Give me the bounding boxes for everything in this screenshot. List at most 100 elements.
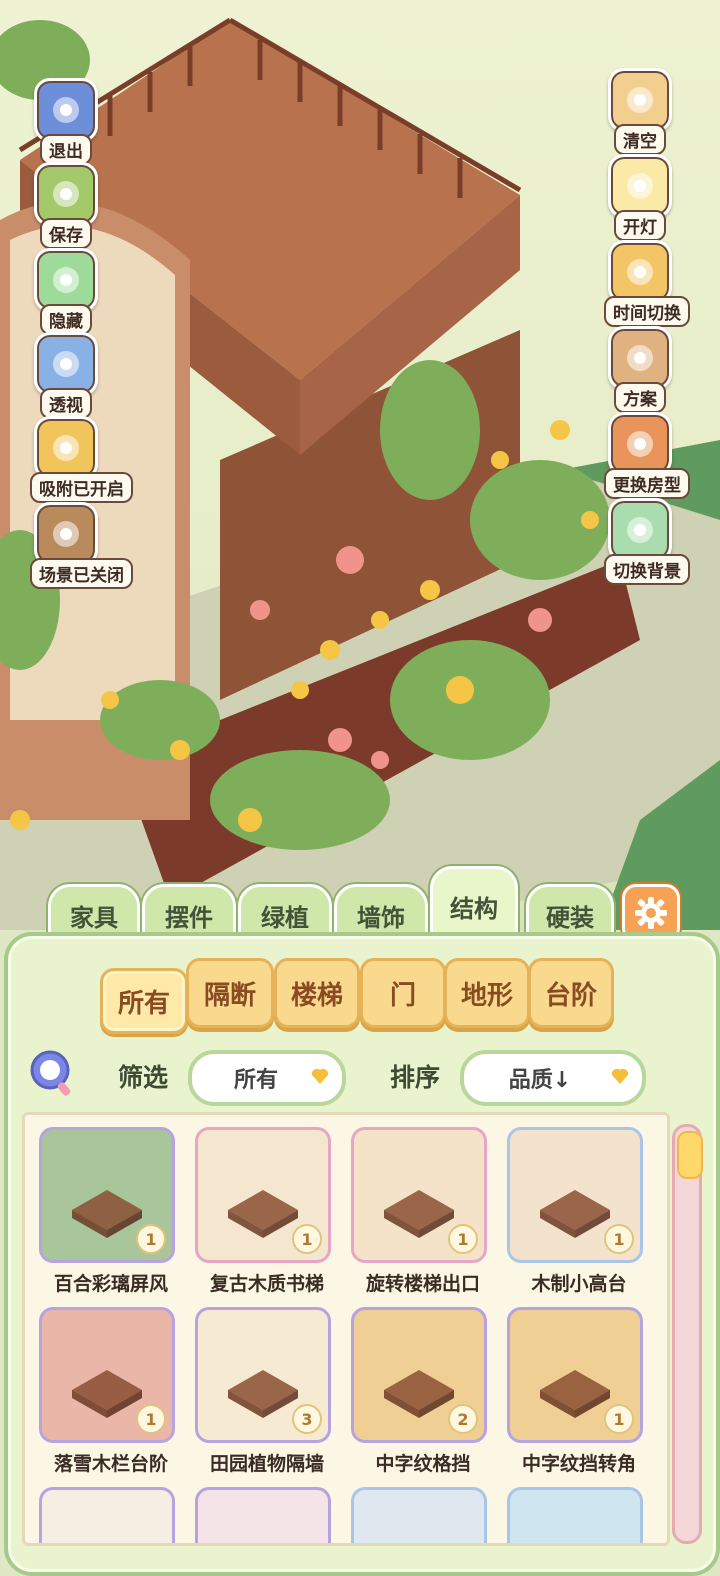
item-count-badge: 1 bbox=[604, 1404, 634, 1434]
perspective-cube-icon-glyph bbox=[53, 351, 79, 377]
item-thumbnail[interactable]: 1 bbox=[507, 1127, 643, 1263]
search-button[interactable] bbox=[26, 1048, 76, 1098]
filter-dropdown[interactable]: 所有 bbox=[188, 1050, 346, 1106]
item-slot[interactable]: 1 复古木质书梯 bbox=[195, 1127, 339, 1296]
item-slot[interactable] bbox=[39, 1487, 183, 1543]
item-scrollbar[interactable] bbox=[672, 1124, 703, 1544]
item-thumbnail[interactable]: 1 bbox=[39, 1307, 175, 1443]
save-frog-icon-glyph bbox=[53, 181, 79, 207]
item-slot[interactable]: 1 木制小高台 bbox=[507, 1127, 651, 1296]
item-slot[interactable]: 2 中字纹格挡 bbox=[351, 1307, 495, 1476]
item-count-badge: 1 bbox=[448, 1224, 478, 1254]
item-name: 旋转楼梯出口 bbox=[365, 1273, 480, 1295]
tool-plan-button[interactable]: 方案 bbox=[604, 326, 676, 413]
gear-icon bbox=[635, 897, 667, 929]
tool-hide-button[interactable]: 隐藏 bbox=[30, 248, 102, 335]
item-thumbnail[interactable]: 1 bbox=[507, 1307, 643, 1443]
tool-time-button[interactable]: 时间切换 bbox=[604, 240, 690, 327]
tool-perspective-button[interactable]: 透视 bbox=[30, 332, 102, 419]
item-thumbnail[interactable] bbox=[507, 1487, 643, 1546]
house-icon bbox=[608, 412, 672, 476]
snap-bear-icon bbox=[34, 416, 98, 480]
item-thumbnail[interactable] bbox=[195, 1487, 331, 1543]
item-slot[interactable]: 1 中字纹挡转角 bbox=[507, 1307, 651, 1476]
subcategory-2[interactable]: 楼梯 bbox=[274, 958, 360, 1028]
item-slot[interactable]: 1 落雪木栏台阶 bbox=[39, 1307, 183, 1476]
item-name: 木制小高台 bbox=[531, 1273, 627, 1295]
item-slot[interactable] bbox=[351, 1487, 495, 1546]
item-slot[interactable]: 1 旋转楼梯出口 bbox=[351, 1127, 495, 1296]
tool-perspective-label: 透视 bbox=[40, 388, 92, 419]
tool-time-label: 时间切换 bbox=[604, 296, 690, 327]
tool-exit-button[interactable]: 退出 bbox=[30, 78, 102, 165]
scene-board-icon-glyph bbox=[53, 521, 79, 547]
tool-light-label: 开灯 bbox=[614, 210, 666, 241]
item-count-badge: 1 bbox=[604, 1224, 634, 1254]
item-name: 中字纹挡转角 bbox=[521, 1453, 636, 1475]
item-count-badge: 3 bbox=[292, 1404, 322, 1434]
item-slot[interactable] bbox=[507, 1487, 651, 1546]
item-thumbnail[interactable]: 1 bbox=[351, 1127, 487, 1263]
item-count-badge: 1 bbox=[136, 1224, 166, 1254]
tool-scene-label: 场景已关闭 bbox=[30, 558, 133, 589]
item-art bbox=[510, 1490, 640, 1546]
clear-box-icon-glyph bbox=[627, 87, 653, 113]
light-icon bbox=[608, 154, 672, 218]
item-thumbnail[interactable]: 3 bbox=[195, 1307, 331, 1443]
item-name: 田园植物隔墙 bbox=[209, 1453, 324, 1475]
tool-snap-button[interactable]: 吸附已开启 bbox=[30, 416, 133, 503]
item-slot[interactable]: 3 田园植物隔墙 bbox=[195, 1307, 339, 1476]
background-swap-icon-glyph bbox=[627, 517, 653, 543]
search-magnifier-icon bbox=[30, 1050, 71, 1096]
subcategory-4[interactable]: 地形 bbox=[444, 958, 530, 1028]
item-thumbnail[interactable]: 2 bbox=[351, 1307, 487, 1443]
tool-light-button[interactable]: 开灯 bbox=[604, 154, 676, 241]
item-name: 落雪木栏台阶 bbox=[53, 1453, 168, 1475]
sort-value: 品质↓ bbox=[508, 1068, 572, 1093]
subcategory-0[interactable]: 所有 bbox=[100, 968, 188, 1034]
house-icon-glyph bbox=[627, 431, 653, 457]
tool-save-button[interactable]: 保存 bbox=[30, 162, 102, 249]
item-thumbnail[interactable]: 1 bbox=[39, 1127, 175, 1263]
dropdown-heart-icon bbox=[311, 1068, 329, 1084]
subcategory-3[interactable]: 门 bbox=[360, 958, 446, 1028]
scene-board-icon bbox=[34, 502, 98, 566]
perspective-cube-icon bbox=[34, 332, 98, 396]
background-swap-icon bbox=[608, 498, 672, 562]
clear-box-icon bbox=[608, 68, 672, 132]
item-slot[interactable] bbox=[195, 1487, 339, 1543]
light-icon-glyph bbox=[627, 173, 653, 199]
item-grid[interactable]: 1 百合彩璃屏风 1 复古木质书梯 1 旋转楼梯出口 1 木制小高台 1 落雪木栏台阶 3 田园植物隔… bbox=[22, 1112, 670, 1546]
item-thumbnail[interactable]: 1 bbox=[195, 1127, 331, 1263]
tool-background-label: 切换背景 bbox=[604, 554, 690, 585]
subcategory-1[interactable]: 隔断 bbox=[186, 958, 274, 1028]
snap-bear-icon-glyph bbox=[53, 435, 79, 461]
tool-house-button[interactable]: 更换房型 bbox=[604, 412, 690, 499]
sort-label: 排序 bbox=[390, 1063, 441, 1092]
tool-hide-label: 隐藏 bbox=[40, 304, 92, 335]
exit-arrow-icon bbox=[34, 78, 98, 142]
subcategory-5[interactable]: 台阶 bbox=[528, 958, 614, 1028]
item-count-badge: 1 bbox=[292, 1224, 322, 1254]
sort-dropdown[interactable]: 品质↓ bbox=[460, 1050, 646, 1106]
time-sun-moon-icon-glyph bbox=[627, 259, 653, 285]
scrollbar-thumb[interactable] bbox=[677, 1131, 703, 1179]
exit-arrow-icon-glyph bbox=[53, 97, 79, 123]
plan-folder-icon-glyph bbox=[627, 345, 653, 371]
item-thumbnail[interactable] bbox=[351, 1487, 487, 1546]
tool-exit-label: 退出 bbox=[40, 134, 92, 165]
filter-value: 所有 bbox=[233, 1068, 278, 1093]
item-name: 中字纹格挡 bbox=[375, 1453, 471, 1475]
item-art bbox=[354, 1490, 484, 1546]
dropdown-heart-icon bbox=[611, 1068, 629, 1084]
tool-scene-button[interactable]: 场景已关闭 bbox=[30, 502, 133, 589]
tool-house-label: 更换房型 bbox=[604, 468, 690, 499]
tool-clear-label: 清空 bbox=[614, 124, 666, 155]
tool-snap-label: 吸附已开启 bbox=[30, 472, 133, 503]
item-slot[interactable]: 1 百合彩璃屏风 bbox=[39, 1127, 183, 1296]
tool-background-button[interactable]: 切换背景 bbox=[604, 498, 690, 585]
filter-label: 筛选 bbox=[118, 1063, 169, 1092]
time-sun-moon-icon bbox=[608, 240, 672, 304]
tool-clear-button[interactable]: 清空 bbox=[604, 68, 676, 155]
item-thumbnail[interactable] bbox=[39, 1487, 175, 1543]
